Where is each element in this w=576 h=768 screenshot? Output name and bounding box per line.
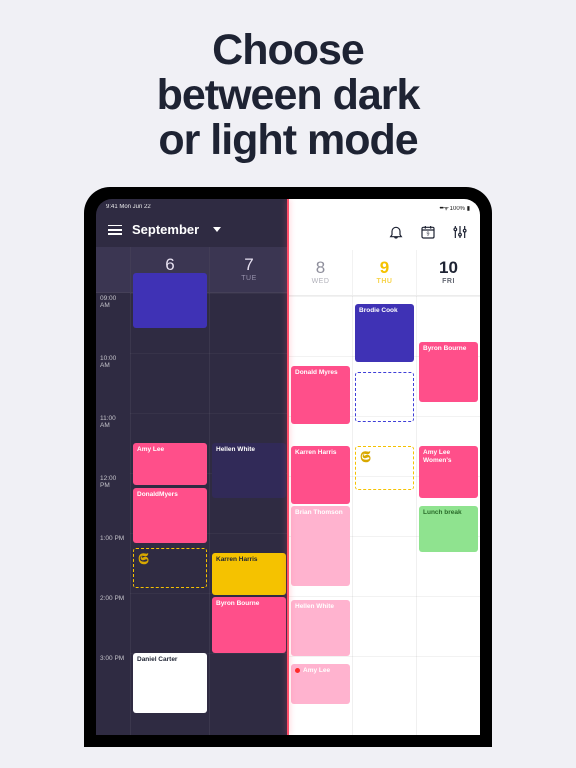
tablet-screen: 9:41 Mon Jun 22 September 6 MON 7 TUE xyxy=(96,199,480,735)
calendar-event[interactable]: Brodie Cook xyxy=(355,304,414,362)
calendar-event[interactable]: DonaldMyers xyxy=(133,488,207,543)
calendar-event[interactable]: 𝕾 xyxy=(133,548,207,588)
day-columns-light: Donald Myres Karren HarrisBrian Thomson He… xyxy=(288,296,480,735)
day-head-wed[interactable]: 8 WED xyxy=(288,250,352,295)
calendar-icon[interactable]: 9 xyxy=(420,224,436,240)
topbar-light: 9 xyxy=(288,214,480,250)
calendar-event[interactable]: Lunch break xyxy=(419,506,478,552)
calendar-event[interactable]: Byron Bourne xyxy=(419,342,478,402)
calendar-grid-light[interactable]: Donald Myres Karren HarrisBrian Thomson He… xyxy=(288,296,480,735)
calendar-event[interactable]: Brian Thomson xyxy=(291,506,350,586)
calendar-grid-dark[interactable]: 09:00 AM 10:00 AM 11:00 AM 12:00 PM 1:00… xyxy=(96,293,288,735)
settings-sliders-icon[interactable] xyxy=(452,224,468,240)
day-head-tue[interactable]: 7 TUE xyxy=(209,247,288,292)
calendar-event[interactable]: Amy Lee Women's xyxy=(419,446,478,498)
calendar-event[interactable] xyxy=(355,372,414,422)
split-divider-line xyxy=(287,199,289,735)
statusbar-time: 9:41 Mon Jun 22 xyxy=(106,204,151,210)
calendar-event[interactable]: Hellen White xyxy=(212,443,286,498)
calendar-event[interactable]: Karren Harris xyxy=(291,446,350,504)
calendar-event[interactable]: Daniel Carter xyxy=(133,653,207,713)
calendar-event[interactable]: Karren Harris xyxy=(212,553,286,595)
statusbar-battery: ••• ᯤ 100% ▮ xyxy=(440,204,470,212)
headline-line-3: or light mode xyxy=(158,116,417,164)
calendar-event[interactable]: Hellen White xyxy=(291,600,350,656)
day-col-tue[interactable]: Hellen White Karren HarrisByron Bourne xyxy=(209,293,288,735)
caret-down-icon[interactable] xyxy=(213,227,221,232)
day-col-mon[interactable]: Amy LeeDonaldMyers 𝕾 Daniel Carter xyxy=(130,293,209,735)
statusbar-light: ••• ᯤ 100% ▮ xyxy=(288,199,480,214)
day-columns-dark: Amy LeeDonaldMyers 𝕾 Daniel Carter Hellen … xyxy=(130,293,288,735)
tablet-device-frame: 9:41 Mon Jun 22 September 6 MON 7 TUE xyxy=(84,187,492,747)
calendar-event[interactable]: Amy Lee xyxy=(133,443,207,485)
month-selector-label[interactable]: September xyxy=(132,222,199,237)
hamburger-icon[interactable] xyxy=(108,225,122,235)
time-gutter: 09:00 AM 10:00 AM 11:00 AM 12:00 PM 1:00… xyxy=(96,293,130,735)
day-head-fri[interactable]: 10 FRI xyxy=(416,250,480,295)
headline-line-2: between dark xyxy=(157,71,420,119)
day-col-wed[interactable]: Donald Myres Karren HarrisBrian Thomson He… xyxy=(288,296,352,735)
day-col-fri[interactable]: Byron Bourne Amy Lee Women's Lunch break xyxy=(416,296,480,735)
bell-icon[interactable] xyxy=(388,224,404,240)
calendar-event[interactable] xyxy=(133,273,207,328)
calendar-event[interactable]: Byron Bourne xyxy=(212,597,286,653)
dark-mode-half: 9:41 Mon Jun 22 September 6 MON 7 TUE xyxy=(96,199,288,735)
calendar-event[interactable]: Amy Lee xyxy=(291,664,350,704)
statusbar-dark: 9:41 Mon Jun 22 xyxy=(96,199,288,212)
calendar-event[interactable]: 𝕾 xyxy=(355,446,414,490)
day-headers-light: 8 WED 9 THU 10 FRI xyxy=(288,250,480,296)
headline-line-1: Choose xyxy=(212,26,364,74)
day-head-thu[interactable]: 9 THU xyxy=(352,250,416,295)
calendar-event[interactable]: Donald Myres xyxy=(291,366,350,424)
day-col-thu[interactable]: Brodie Cook 𝕾 xyxy=(352,296,416,735)
promo-headline: Choose between dark or light mode xyxy=(0,0,576,187)
topbar-dark: September xyxy=(96,212,288,247)
light-mode-half: ••• ᯤ 100% ▮ 9 xyxy=(288,199,480,735)
svg-text:9: 9 xyxy=(427,232,430,238)
